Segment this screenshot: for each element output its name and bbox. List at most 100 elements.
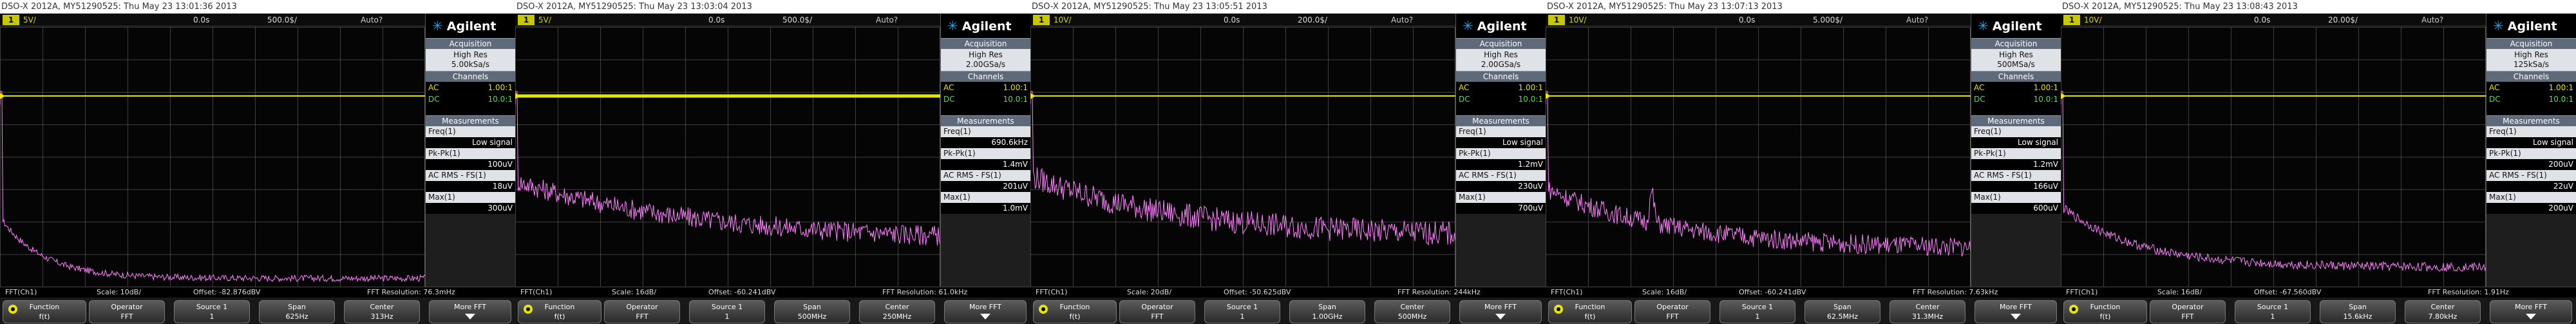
fft-trace-area xyxy=(1030,91,1455,246)
freq-value: Low signal xyxy=(426,137,515,148)
source-value: 1 xyxy=(2270,312,2275,321)
more-fft-softkey[interactable]: More FFT xyxy=(944,300,1027,323)
more-fft-softkey[interactable]: More FFT xyxy=(2490,300,2572,323)
function-softkey[interactable]: Function f(t) xyxy=(2063,300,2147,323)
chevron-down-icon xyxy=(465,314,475,319)
source-softkey[interactable]: Source 11 xyxy=(1719,300,1795,323)
function-softkey[interactable]: Function f(t) xyxy=(3,300,86,323)
span-label: Span xyxy=(803,303,821,311)
back-arrow-icon[interactable] xyxy=(1554,305,1563,314)
operator-label: Operator xyxy=(2172,303,2204,311)
acrms-label: AC RMS - FS(1) xyxy=(426,170,515,181)
coupling-ac-label: AC xyxy=(1459,83,1470,92)
channel-scale[interactable]: 10V/ xyxy=(1569,14,1587,26)
channel-dc-row: DC 10.0:1 xyxy=(941,93,1030,105)
acquisition-title: Acquisition xyxy=(1971,38,2061,49)
span-softkey[interactable]: Span 625Hz xyxy=(259,300,335,323)
fft-channel: FFT(Ch1) xyxy=(2066,288,2098,296)
channel-number[interactable]: 1 xyxy=(518,15,535,25)
source-label: Source 1 xyxy=(711,303,743,311)
source-softkey[interactable]: Source 11 xyxy=(689,300,765,323)
channel-scale[interactable]: 5V/ xyxy=(23,14,36,26)
function-softkey[interactable]: Function f(t) xyxy=(1033,300,1117,323)
operator-softkey[interactable]: Operator FFT xyxy=(1119,300,1195,323)
fft-offset: Offset: -50.625dBV xyxy=(1224,288,1291,296)
max-label: Max(1) xyxy=(2486,192,2576,203)
softkey-footer: FFT(Ch1) Scale: 20dB/ Offset: -50.625dBV… xyxy=(1030,287,1546,324)
source-softkey[interactable]: Source 11 xyxy=(174,300,250,323)
freq-label: Freq(1) xyxy=(1971,126,2061,137)
channel-number[interactable]: 1 xyxy=(1548,15,1565,25)
span-softkey[interactable]: Span 62.5MHz xyxy=(1804,300,1880,323)
agilent-spark-icon: ✳ xyxy=(1978,18,1989,33)
center-softkey[interactable]: Center 250MHz xyxy=(859,300,935,323)
max-label: Max(1) xyxy=(941,192,1030,203)
span-softkey[interactable]: Span 15.6kHz xyxy=(2320,300,2396,323)
function-value: f(t) xyxy=(39,312,50,321)
more-fft-softkey[interactable]: More FFT xyxy=(1975,300,2057,323)
screen-header: DSO-X 2012A, MY51290525: Thu May 23 13:0… xyxy=(1030,0,1546,14)
channel-scale[interactable]: 10V/ xyxy=(2084,14,2102,26)
fft-channel: FFT(Ch1) xyxy=(5,288,37,296)
center-value: 500MHz xyxy=(1397,312,1427,321)
channel-number[interactable]: 1 xyxy=(2063,15,2080,25)
channel-scale[interactable]: 10V/ xyxy=(1054,14,1072,26)
more-fft-softkey[interactable]: More FFT xyxy=(429,300,511,323)
time-scale[interactable]: 5.000$/ xyxy=(1813,14,1842,26)
trigger-mode: Auto? xyxy=(876,15,898,24)
back-arrow-icon[interactable] xyxy=(1039,305,1048,314)
back-arrow-icon[interactable] xyxy=(8,305,17,314)
operator-softkey[interactable]: Operator FFT xyxy=(1634,300,1710,323)
max-value: 200uV xyxy=(2486,203,2576,214)
pkpk-value: 1.2mV xyxy=(1971,159,2061,170)
operator-softkey[interactable]: Operator FFT xyxy=(89,300,165,323)
center-softkey[interactable]: Center 7.80kHz xyxy=(2405,300,2481,323)
channel2-probe: 10.0:1 xyxy=(1003,95,1028,104)
acrms-value: 22uV xyxy=(2486,181,2576,192)
sample-rate: 2.00GSa/s xyxy=(965,60,1006,69)
time-scale[interactable]: 200.0$/ xyxy=(1298,14,1327,26)
pkpk-label: Pk-Pk(1) xyxy=(426,148,515,159)
chevron-down-icon xyxy=(1495,314,1506,319)
time-scale[interactable]: 20.00$/ xyxy=(2328,14,2358,26)
max-value: 1.0mV xyxy=(941,203,1030,214)
channel-ground-marker xyxy=(1030,93,1036,99)
back-arrow-icon[interactable] xyxy=(524,305,533,314)
function-softkey[interactable]: Function f(t) xyxy=(1548,300,1632,323)
channel-ac-row: AC 1.00:1 xyxy=(941,82,1030,93)
channel-ground-marker xyxy=(0,93,5,99)
channel-scale[interactable]: 5V/ xyxy=(538,14,551,26)
acrms-value: 18uV xyxy=(426,181,515,192)
screenshot-strip: DSO-X 2012A, MY51290525: Thu May 23 13:0… xyxy=(0,0,2576,324)
pkpk-label: Pk-Pk(1) xyxy=(1456,148,1546,159)
channel-number[interactable]: 1 xyxy=(3,15,19,25)
agilent-spark-icon: ✳ xyxy=(2493,18,2504,33)
softkey-footer: FFT(Ch1) Scale: 16dB/ Offset: -60.241dBV… xyxy=(1546,287,2061,324)
screen-header: DSO-X 2012A, MY51290525: Thu May 23 13:0… xyxy=(515,0,1030,14)
source-softkey[interactable]: Source 11 xyxy=(1204,300,1280,323)
more-fft-softkey[interactable]: More FFT xyxy=(1459,300,1542,323)
fft-scale: Scale: 10dB/ xyxy=(97,288,142,296)
softkeys: Function f(t) Operator FFT Source 11 Span 1… xyxy=(1030,298,1546,324)
channel-number[interactable]: 1 xyxy=(1033,15,1050,25)
back-arrow-icon[interactable] xyxy=(2069,305,2078,314)
source-softkey[interactable]: Source 11 xyxy=(2235,300,2311,323)
acquisition-title: Acquisition xyxy=(2486,38,2576,49)
fft-scale: Scale: 20dB/ xyxy=(1127,288,1172,296)
time-scale[interactable]: 500.0$/ xyxy=(782,14,812,26)
max-label: Max(1) xyxy=(426,192,515,203)
center-value: 313Hz xyxy=(370,312,393,321)
pkpk-value: 1.2mV xyxy=(1456,159,1546,170)
span-softkey[interactable]: Span 500MHz xyxy=(774,300,850,323)
waveform-display xyxy=(2061,27,2486,287)
max-value: 600uV xyxy=(1971,203,2061,214)
center-softkey[interactable]: Center 500MHz xyxy=(1374,300,1450,323)
span-softkey[interactable]: Span 1.00GHz xyxy=(1289,300,1365,323)
function-softkey[interactable]: Function f(t) xyxy=(518,300,601,323)
operator-softkey[interactable]: Operator FFT xyxy=(2150,300,2226,323)
center-softkey[interactable]: Center 31.3MHz xyxy=(1889,300,1965,323)
operator-softkey[interactable]: Operator FFT xyxy=(604,300,680,323)
time-scale[interactable]: 500.0$/ xyxy=(267,14,297,26)
source-value: 1 xyxy=(1755,312,1760,321)
center-softkey[interactable]: Center 313Hz xyxy=(344,300,420,323)
